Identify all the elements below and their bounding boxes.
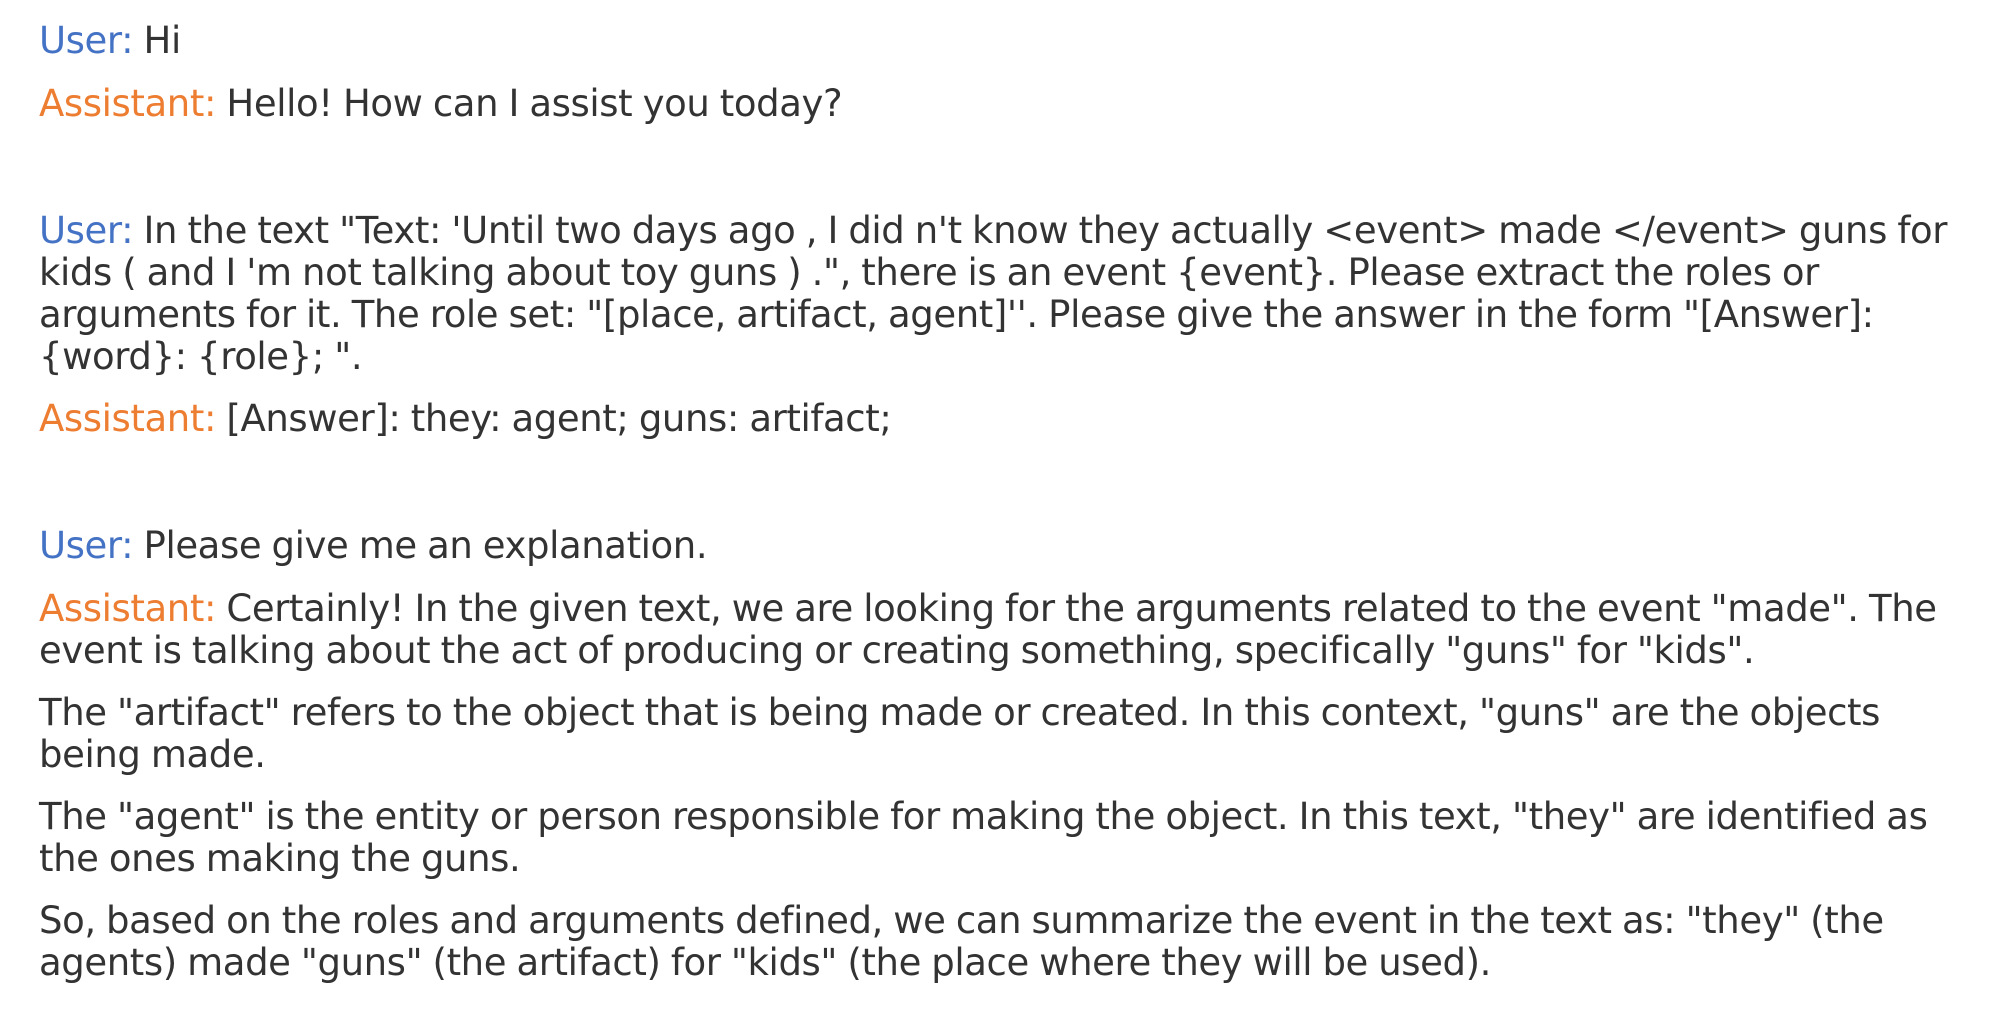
assistant-speaker-label: Assistant: [39, 397, 217, 440]
user-speaker-label: User: [39, 19, 134, 62]
assistant-message: Assistant: [Answer]: they: agent; guns: … [39, 398, 1969, 440]
assistant-paragraph: So, based on the roles and arguments def… [39, 900, 1969, 984]
message-text: The "agent" is the entity or person resp… [39, 795, 1928, 880]
assistant-speaker-label: Assistant: [39, 587, 217, 630]
user-speaker-label: User: [39, 524, 134, 567]
user-message: User: Hi [39, 20, 1969, 62]
message-text: [Answer]: they: agent; guns: artifact; [226, 397, 892, 440]
user-speaker-label: User: [39, 209, 134, 252]
assistant-message: Assistant: Certainly! In the given text,… [39, 588, 1969, 672]
message-text: Hi [143, 19, 182, 62]
chat-transcript: User: Hi Assistant: Hello! How can I ass… [0, 0, 1991, 1027]
user-message: User: In the text "Text: 'Until two days… [39, 210, 1969, 378]
assistant-speaker-label: Assistant: [39, 82, 217, 125]
message-text: Certainly! In the given text, we are loo… [39, 587, 1937, 672]
message-text: In the text "Text: 'Until two days ago ,… [39, 209, 1948, 378]
user-message: User: Please give me an explanation. [39, 525, 1969, 567]
message-text: Please give me an explanation. [143, 524, 708, 567]
assistant-paragraph: The "agent" is the entity or person resp… [39, 796, 1969, 880]
assistant-message: Assistant: Hello! How can I assist you t… [39, 83, 1969, 125]
message-text: The "artifact" refers to the object that… [39, 691, 1881, 776]
message-text: Hello! How can I assist you today? [226, 82, 843, 125]
message-text: So, based on the roles and arguments def… [39, 899, 1884, 984]
assistant-paragraph: The "artifact" refers to the object that… [39, 692, 1969, 776]
